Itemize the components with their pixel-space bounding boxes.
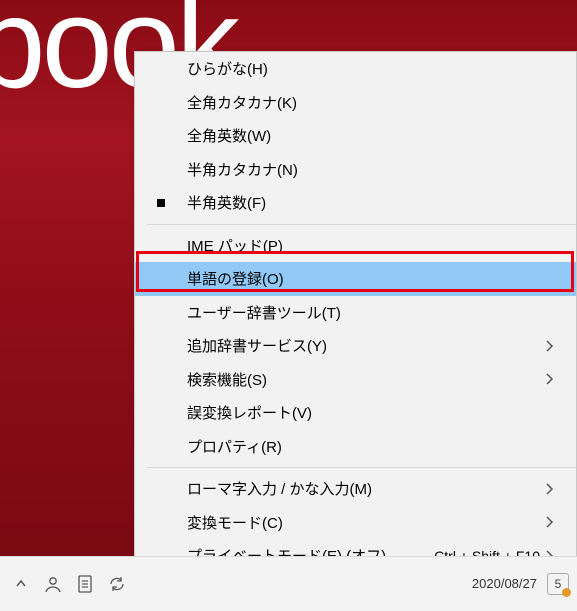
selected-bullet-icon	[157, 199, 165, 207]
menu-label: 変換モード(C)	[187, 512, 546, 533]
menu-label: ひらがな(H)	[187, 58, 560, 79]
menu-label: 追加辞書サービス(Y)	[187, 335, 546, 356]
menu-item-additional-dictionary-service[interactable]: 追加辞書サービス(Y)	[135, 329, 576, 363]
menu-item-zenkaku-katakana[interactable]: 全角カタカナ(K)	[135, 86, 576, 120]
menu-label: ローマ字入力 / かな入力(M)	[187, 478, 546, 499]
menu-item-misconversion-report[interactable]: 誤変換レポート(V)	[135, 396, 576, 430]
menu-label: 半角カタカナ(N)	[187, 159, 560, 180]
submenu-arrow-icon	[546, 483, 560, 495]
menu-label: 検索機能(S)	[187, 369, 546, 390]
menu-label: 全角カタカナ(K)	[187, 92, 560, 113]
menu-label: ユーザー辞書ツール(T)	[187, 302, 560, 323]
notification-badge[interactable]: 5	[547, 573, 569, 595]
menu-item-word-registration[interactable]: 単語の登録(O)	[135, 262, 576, 296]
menu-item-conversion-mode[interactable]: 変換モード(C)	[135, 506, 576, 540]
menu-separator	[147, 224, 576, 225]
menu-item-hiragana[interactable]: ひらがな(H)	[135, 52, 576, 86]
menu-item-hankaku-katakana[interactable]: 半角カタカナ(N)	[135, 153, 576, 187]
taskbar: 2020/08/27 5	[0, 556, 577, 611]
menu-label: 全角英数(W)	[187, 125, 560, 146]
menu-label: プロパティ(R)	[187, 436, 560, 457]
taskbar-sync-icon[interactable]	[104, 571, 130, 597]
taskbar-chevron-icon[interactable]	[8, 571, 34, 597]
submenu-arrow-icon	[546, 516, 560, 528]
taskbar-right: 2020/08/27 5	[472, 573, 569, 595]
ime-context-menu: ひらがな(H) 全角カタカナ(K) 全角英数(W) 半角カタカナ(N) 半角英数…	[134, 51, 577, 611]
taskbar-people-icon[interactable]	[40, 571, 66, 597]
menu-item-property[interactable]: プロパティ(R)	[135, 430, 576, 464]
menu-item-romaji-kana-input[interactable]: ローマ字入力 / かな入力(M)	[135, 472, 576, 506]
submenu-arrow-icon	[546, 340, 560, 352]
menu-bullet-slot	[135, 199, 187, 207]
taskbar-left	[8, 571, 130, 597]
menu-item-ime-pad[interactable]: IME パッド(P)	[135, 229, 576, 263]
menu-label: 半角英数(F)	[187, 192, 560, 213]
taskbar-date[interactable]: 2020/08/27	[472, 576, 537, 592]
menu-label: 単語の登録(O)	[187, 268, 560, 289]
notification-count: 5	[555, 577, 562, 591]
notification-dot-icon	[562, 588, 571, 597]
menu-label: 誤変換レポート(V)	[187, 402, 560, 423]
menu-separator	[147, 467, 576, 468]
submenu-arrow-icon	[546, 373, 560, 385]
menu-item-zenkaku-eisuu[interactable]: 全角英数(W)	[135, 119, 576, 153]
taskbar-document-icon[interactable]	[72, 571, 98, 597]
menu-item-search-function[interactable]: 検索機能(S)	[135, 363, 576, 397]
menu-item-user-dictionary-tool[interactable]: ユーザー辞書ツール(T)	[135, 296, 576, 330]
menu-item-hankaku-eisuu[interactable]: 半角英数(F)	[135, 186, 576, 220]
menu-label: IME パッド(P)	[187, 235, 560, 256]
